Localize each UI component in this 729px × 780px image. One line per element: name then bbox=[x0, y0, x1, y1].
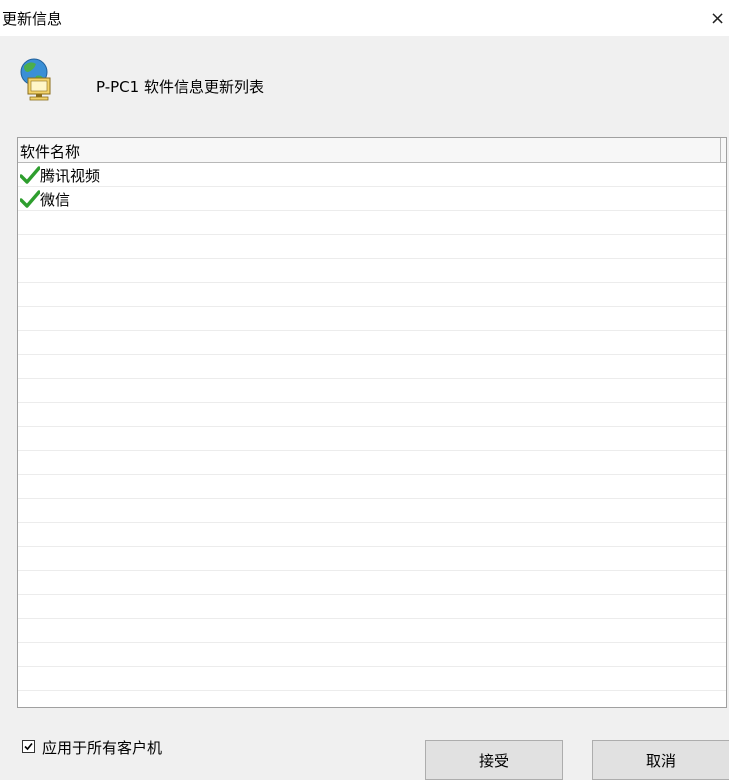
list-item-label: 微信 bbox=[40, 191, 71, 209]
software-list[interactable]: 软件名称 腾讯视频 微信 bbox=[17, 137, 727, 708]
green-check-icon bbox=[19, 190, 42, 208]
network-computer-icon bbox=[14, 54, 62, 102]
list-item-label: 腾讯视频 bbox=[40, 167, 101, 185]
list-body: 腾讯视频 微信 bbox=[18, 163, 726, 707]
header-title: P-PC1 软件信息更新列表 bbox=[96, 78, 264, 96]
close-button[interactable]: × bbox=[706, 6, 729, 32]
checkbox-box[interactable] bbox=[22, 740, 35, 753]
list-item[interactable]: 腾讯视频 bbox=[18, 163, 726, 187]
accept-button[interactable]: 接受 bbox=[425, 740, 563, 780]
column-divider[interactable] bbox=[720, 138, 721, 163]
list-item[interactable]: 微信 bbox=[18, 187, 726, 211]
apply-all-clients-label[interactable]: 应用于所有客户机 bbox=[42, 737, 162, 758]
window-title: 更新信息 bbox=[2, 10, 63, 28]
list-header: 软件名称 bbox=[18, 138, 726, 163]
title-bar: 更新信息 × bbox=[0, 0, 729, 36]
green-check-icon bbox=[19, 166, 42, 184]
cancel-button[interactable]: 取消 bbox=[592, 740, 729, 780]
column-header-software-name[interactable]: 软件名称 bbox=[20, 141, 80, 162]
